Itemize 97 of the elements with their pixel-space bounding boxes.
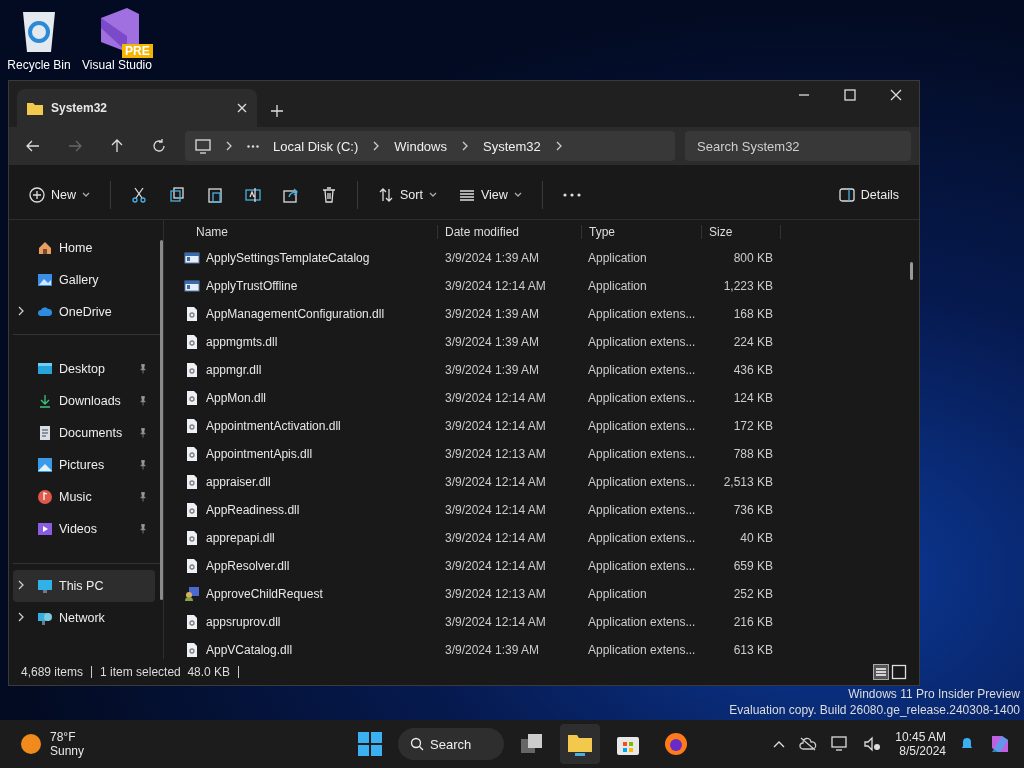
type-cell-text: Application extens... [587, 559, 697, 573]
file-name-cell[interactable]: ApplySettingsTemplateCatalog [174, 250, 437, 266]
date-cell-text: 3/9/2024 1:39 AM [444, 251, 541, 265]
date-cell-text: 3/9/2024 12:14 AM [444, 559, 547, 573]
window-tab[interactable]: System32 [17, 89, 257, 127]
file-name-cell[interactable]: AppointmentActivation.dll [174, 418, 437, 434]
file-name-cell[interactable]: ApplyTrustOffline [174, 278, 437, 294]
file-name-cell[interactable]: AppVCatalog.dll [174, 642, 437, 658]
watermark-text: Evaluation copy. Build 26080.ge_release.240308-1400 [729, 702, 1020, 718]
address-bar[interactable]: Local Disk (C:) Windows System32 [185, 131, 675, 161]
type-cell-text: Application [587, 251, 648, 265]
type-cell-text: Application extens... [587, 615, 697, 629]
weather-condition: Sunny [50, 744, 85, 758]
date-cell-text: 3/9/2024 12:13 AM [444, 447, 547, 461]
taskbar-search-button[interactable]: Search [398, 728, 504, 760]
sidebar-item[interactable]: Home [13, 232, 155, 264]
preview-badge: PRE [122, 44, 153, 58]
date-cell-text: 3/9/2024 12:14 AM [444, 475, 547, 489]
temperature: 78°F [50, 730, 77, 744]
file-name-cell[interactable]: appraiser.dll [174, 474, 437, 490]
size-cell-text: 2,513 KB [722, 475, 773, 489]
type-cell-text: Application extens... [587, 419, 697, 433]
date-cell-text: 3/9/2024 12:14 AM [444, 615, 547, 629]
watermark-text: Windows 11 Pro Insider Preview [847, 686, 1020, 702]
sidebar-item[interactable]: Music [13, 481, 155, 513]
file-name-cell[interactable]: ApproveChildRequest [174, 586, 437, 602]
size-cell-text: 1,223 KB [722, 279, 773, 293]
size-cell-text: 40 KB [739, 531, 773, 545]
file-name-cell[interactable]: appsruprov.dll [174, 614, 437, 630]
date-cell-text: 3/9/2024 1:39 AM [444, 335, 541, 349]
details-button[interactable]: Details [830, 179, 907, 211]
type-cell-text: Application extens... [587, 335, 697, 349]
file-name-cell[interactable]: AppReadiness.dll [174, 502, 437, 518]
size-cell-text: 659 KB [732, 559, 773, 573]
clock-date[interactable]: 8/5/2024 [899, 744, 946, 758]
sidebar-item[interactable]: Videos [13, 513, 155, 545]
type-cell-text: Application extens... [587, 391, 697, 405]
item-count: 4,689 items [21, 665, 84, 679]
sidebar-item[interactable]: This PC [13, 570, 155, 602]
desktop-icon-label: Visual Studio [82, 58, 152, 72]
date-cell-text: 3/9/2024 1:39 AM [444, 643, 541, 657]
breadcrumb-item[interactable]: System32 [483, 138, 541, 154]
type-cell-text: Application extens... [587, 475, 697, 489]
file-name-cell[interactable]: AppResolver.dll [174, 558, 437, 574]
sidebar-item[interactable]: Pictures [13, 449, 155, 481]
type-cell-text: Application [587, 587, 648, 601]
type-cell-text: Application extens... [587, 531, 697, 545]
size-cell-text: 436 KB [732, 363, 773, 377]
date-cell-text: 3/9/2024 1:39 AM [444, 363, 541, 377]
size-cell-text: 172 KB [732, 419, 773, 433]
file-name-cell[interactable]: apprepapi.dll [174, 530, 437, 546]
sidebar-item[interactable]: Documents [13, 417, 155, 449]
column-header[interactable]: Date modified [437, 225, 581, 239]
size-cell-text: 800 KB [732, 251, 773, 265]
type-cell-text: Application extens... [587, 307, 697, 321]
type-cell-text: Application [587, 279, 648, 293]
date-cell-text: 3/9/2024 12:13 AM [444, 587, 547, 601]
breadcrumb-item[interactable]: Windows [394, 138, 447, 154]
file-name-cell[interactable]: AppMon.dll [174, 390, 437, 406]
file-name-cell[interactable]: AppManagementConfiguration.dll [174, 306, 437, 322]
sidebar-item[interactable]: Network [13, 602, 155, 634]
size-cell-text: 736 KB [732, 503, 773, 517]
type-cell-text: Application extens... [587, 447, 697, 461]
file-name-cell[interactable]: AppointmentApis.dll [174, 446, 437, 462]
size-cell-text: 788 KB [732, 447, 773, 461]
date-cell-text: 3/9/2024 12:14 AM [444, 419, 547, 433]
sidebar-item[interactable]: Desktop [13, 353, 155, 385]
file-name-cell[interactable]: appmgmts.dll [174, 334, 437, 350]
date-cell-text: 3/9/2024 12:14 AM [444, 531, 547, 545]
size-cell-text: 224 KB [732, 335, 773, 349]
view-button[interactable]: View [450, 179, 530, 211]
date-cell-text: 3/9/2024 12:14 AM [444, 391, 547, 405]
column-header[interactable]: Type [581, 225, 701, 239]
search-field[interactable]: Search System32 [685, 131, 911, 161]
sidebar-item[interactable]: OneDrive [13, 296, 155, 328]
selection-info: 1 item selected 48.0 KB [100, 665, 231, 679]
desktop-icon-label: Recycle Bin [7, 58, 71, 72]
date-cell-text: 3/9/2024 12:14 AM [444, 279, 547, 293]
type-cell-text: Application extens... [587, 503, 697, 517]
clock-time[interactable]: 10:45 AM [895, 730, 946, 744]
size-cell-text: 252 KB [732, 587, 773, 601]
type-cell-text: Application extens... [587, 643, 697, 657]
sidebar-item[interactable]: Downloads [13, 385, 155, 417]
column-header[interactable]: Name [174, 225, 437, 239]
size-cell-text: 124 KB [732, 391, 773, 405]
size-cell-text: 613 KB [732, 643, 773, 657]
sort-button[interactable]: Sort [370, 179, 445, 211]
new-button[interactable]: New [21, 179, 98, 211]
size-cell-text: 168 KB [732, 307, 773, 321]
breadcrumb-item[interactable]: Local Disk (C:) [273, 138, 359, 154]
date-cell-text: 3/9/2024 12:14 AM [444, 503, 547, 517]
file-name-cell[interactable]: appmgr.dll [174, 362, 437, 378]
sidebar-item[interactable]: Gallery [13, 264, 155, 296]
column-header[interactable]: Size [701, 225, 781, 239]
type-cell-text: Application extens... [587, 363, 697, 377]
size-cell-text: 216 KB [732, 615, 773, 629]
date-cell-text: 3/9/2024 1:39 AM [444, 307, 541, 321]
